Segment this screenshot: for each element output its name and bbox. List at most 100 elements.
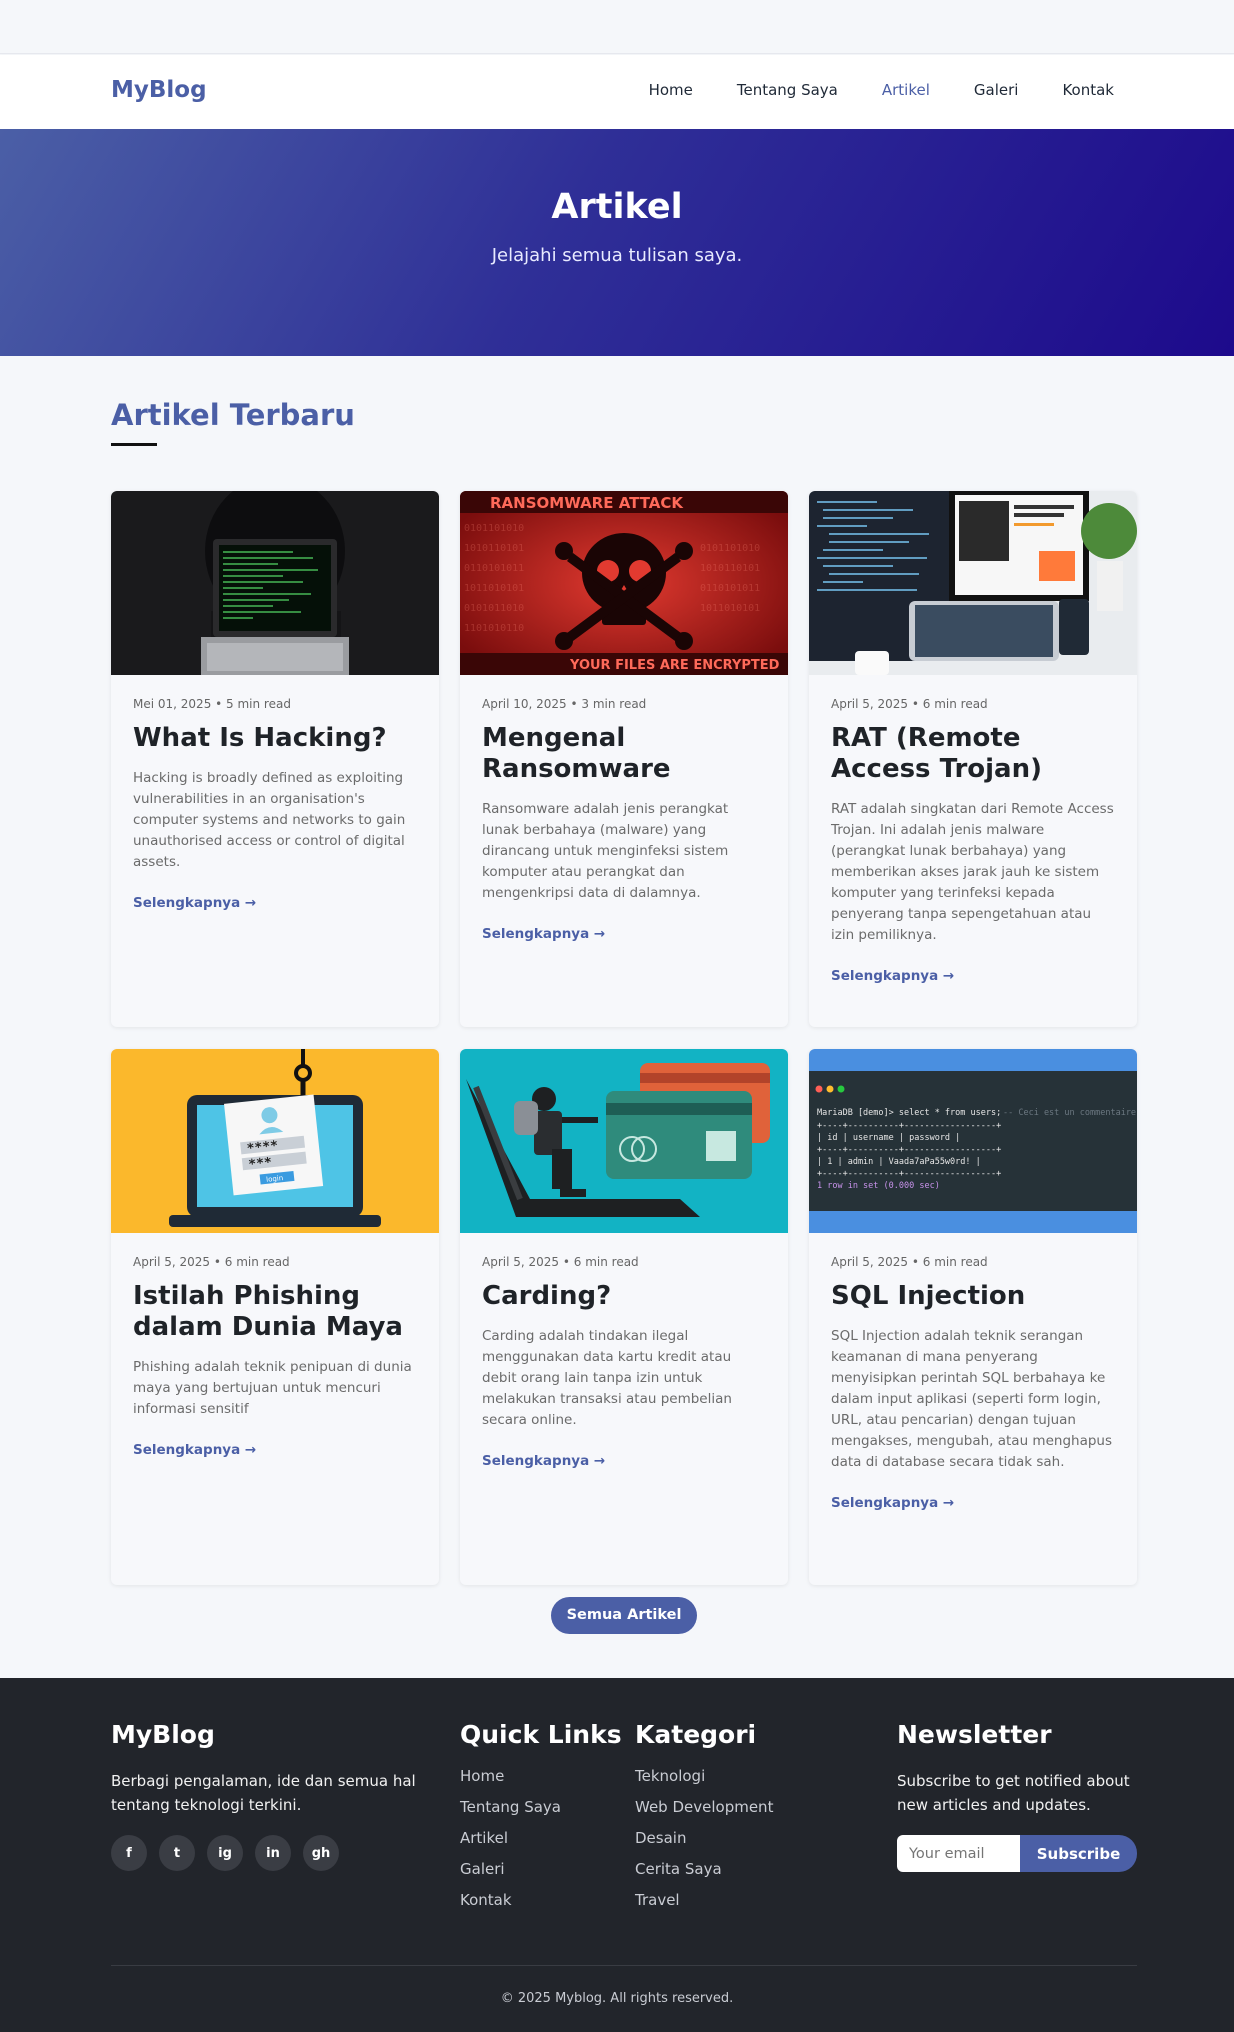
navbar: MyBlog Home Tentang Saya Artikel Galeri …: [0, 55, 1234, 129]
article-meta: April 5, 2025 • 6 min read: [482, 1255, 639, 1269]
carding-thief-image: [460, 1049, 788, 1233]
category-desain[interactable]: Desain: [635, 1829, 835, 1860]
svg-text:+----+----------+-------------: +----+----------+------------------+: [817, 1121, 1001, 1131]
twitter-icon[interactable]: t: [159, 1835, 195, 1871]
article-card: MariaDB [demo]> select * from users; -- …: [809, 1049, 1137, 1585]
hero-subtitle: Jelajahi semua tulisan saya.: [491, 245, 743, 266]
ransom-banner-bottom: YOUR FILES ARE ENCRYPTED: [569, 658, 780, 673]
section-underline: [111, 443, 157, 446]
article-meta: April 5, 2025 • 6 min read: [831, 1255, 988, 1269]
categories-title: Kategori: [635, 1720, 757, 1749]
article-excerpt: Phishing adalah teknik penipuan di dunia…: [133, 1359, 412, 1417]
facebook-icon[interactable]: f: [111, 1835, 147, 1871]
sql-footer: 1 row in set (0.000 sec): [817, 1181, 940, 1191]
nav-link-artikel[interactable]: Artikel: [882, 81, 930, 99]
svg-text:0110101011: 0110101011: [700, 583, 760, 594]
article-title[interactable]: Istilah Phishing dalam Dunia Maya: [133, 1281, 417, 1343]
article-title[interactable]: What Is Hacking?: [133, 723, 417, 754]
sql-terminal-image: MariaDB [demo]> select * from users; -- …: [809, 1049, 1137, 1233]
footer-categories: Kategori Teknologi Web Development Desai…: [635, 1720, 835, 1922]
subscribe-button[interactable]: Subscribe: [1020, 1835, 1137, 1872]
read-more-link[interactable]: Selengkapnya →: [133, 895, 256, 911]
footer: MyBlog Berbagi pengalaman, ide dan semua…: [0, 1678, 1234, 2032]
footer-divider: [111, 1965, 1137, 1966]
top-strip: [0, 0, 1234, 54]
sql-header: | id | username | password |: [817, 1133, 960, 1143]
svg-text:0110101011: 0110101011: [464, 563, 524, 574]
article-meta: April 5, 2025 • 6 min read: [133, 1255, 290, 1269]
ransomware-skull-image: 0101101010 1010110101 0110101011 101101010…: [460, 491, 788, 675]
all-articles-button[interactable]: Semua Artikel: [551, 1597, 697, 1634]
svg-text:1011010101: 1011010101: [700, 603, 760, 614]
hero-title: Artikel: [551, 187, 683, 227]
quick-links-title: Quick Links: [460, 1720, 622, 1749]
instagram-icon[interactable]: ig: [207, 1835, 243, 1871]
svg-text:1011010101: 1011010101: [464, 583, 524, 594]
section-title: Artikel Terbaru: [111, 398, 355, 432]
footer-link-artikel[interactable]: Artikel: [460, 1829, 630, 1860]
article-grid: Mei 01, 2025 • 5 min read What Is Hackin…: [111, 491, 1137, 1585]
linkedin-icon[interactable]: in: [255, 1835, 291, 1871]
article-title[interactable]: SQL Injection: [831, 1281, 1115, 1312]
article-excerpt: Hacking is broadly defined as exploiting…: [133, 770, 406, 870]
svg-text:+----+----------+-------------: +----+----------+------------------+: [817, 1169, 1001, 1179]
article-meta: Mei 01, 2025 • 5 min read: [133, 697, 291, 711]
footer-about: MyBlog Berbagi pengalaman, ide dan semua…: [111, 1720, 431, 1871]
newsletter-text: Subscribe to get notified about new arti…: [897, 1772, 1130, 1814]
read-more-link[interactable]: Selengkapnya →: [831, 968, 954, 984]
sql-prompt: MariaDB [demo]> select * from users;: [817, 1108, 1001, 1118]
newsletter-form: Subscribe: [897, 1835, 1137, 1872]
footer-link-galeri[interactable]: Galeri: [460, 1860, 630, 1891]
nav-link-tentang-saya[interactable]: Tentang Saya: [737, 81, 838, 99]
github-icon[interactable]: gh: [303, 1835, 339, 1871]
footer-link-kontak[interactable]: Kontak: [460, 1891, 630, 1922]
article-title[interactable]: Carding?: [482, 1281, 766, 1312]
footer-about-text: Berbagi pengalaman, ide dan semua hal te…: [111, 1772, 416, 1814]
article-card: Mei 01, 2025 • 5 min read What Is Hackin…: [111, 491, 439, 1027]
article-excerpt: RAT adalah singkatan dari Remote Access …: [831, 801, 1114, 943]
category-travel[interactable]: Travel: [635, 1891, 835, 1922]
svg-text:0101101010: 0101101010: [700, 543, 760, 554]
nav-link-galeri[interactable]: Galeri: [974, 81, 1019, 99]
category-teknologi[interactable]: Teknologi: [635, 1767, 835, 1798]
footer-link-tentang-saya[interactable]: Tentang Saya: [460, 1798, 630, 1829]
read-more-link[interactable]: Selengkapnya →: [831, 1495, 954, 1511]
svg-text:+----+----------+-------------: +----+----------+------------------+: [817, 1145, 1001, 1155]
footer-link-home[interactable]: Home: [460, 1767, 630, 1798]
email-input[interactable]: [897, 1835, 1020, 1872]
svg-text:0101101010: 0101101010: [464, 523, 524, 534]
article-card: April 5, 2025 • 6 min read RAT (Remote A…: [809, 491, 1137, 1027]
brand-logo[interactable]: MyBlog: [111, 77, 207, 103]
footer-brand: MyBlog: [111, 1720, 215, 1749]
article-excerpt: SQL Injection adalah teknik serangan kea…: [831, 1328, 1113, 1470]
article-card: April 5, 2025 • 6 min read Carding? Card…: [460, 1049, 788, 1585]
read-more-link[interactable]: Selengkapnya →: [133, 1442, 256, 1458]
svg-text:0101011010: 0101011010: [464, 603, 524, 614]
svg-text:1010110101: 1010110101: [700, 563, 760, 574]
footer-quick-links: Quick Links Home Tentang Saya Artikel Ga…: [460, 1720, 630, 1922]
phish-password-2: ***: [248, 1155, 273, 1172]
footer-newsletter: Newsletter Subscribe to get notified abo…: [897, 1720, 1137, 1872]
article-meta: April 5, 2025 • 6 min read: [831, 697, 988, 711]
ransom-banner-top: RANSOMWARE ATTACK: [490, 494, 684, 512]
category-web-development[interactable]: Web Development: [635, 1798, 835, 1829]
phishing-hook-image: **** *** login: [111, 1049, 439, 1233]
article-excerpt: Ransomware adalah jenis perangkat lunak …: [482, 801, 729, 901]
article-title[interactable]: Mengenal Ransomware: [482, 723, 766, 785]
hero-banner: Artikel Jelajahi semua tulisan saya.: [0, 129, 1234, 356]
category-cerita-saya[interactable]: Cerita Saya: [635, 1860, 835, 1891]
newsletter-title: Newsletter: [897, 1720, 1052, 1749]
svg-text:1101010110: 1101010110: [464, 623, 524, 634]
social-links: f t ig in gh: [111, 1835, 431, 1871]
article-excerpt: Carding adalah tindakan ilegal menggunak…: [482, 1328, 732, 1428]
article-card: **** *** login April 5, 2025 • 6 min rea…: [111, 1049, 439, 1585]
svg-text:1010110101: 1010110101: [464, 543, 524, 554]
monitors-desk-image: [809, 491, 1137, 675]
article-title[interactable]: RAT (Remote Access Trojan): [831, 723, 1115, 785]
article-meta: April 10, 2025 • 3 min read: [482, 697, 647, 711]
nav-link-kontak[interactable]: Kontak: [1062, 81, 1114, 99]
read-more-link[interactable]: Selengkapnya →: [482, 926, 605, 942]
read-more-link[interactable]: Selengkapnya →: [482, 1453, 605, 1469]
nav-link-home[interactable]: Home: [649, 81, 693, 99]
sql-row: | 1 | admin | Vaada7aPa55w0rd! |: [817, 1157, 981, 1167]
